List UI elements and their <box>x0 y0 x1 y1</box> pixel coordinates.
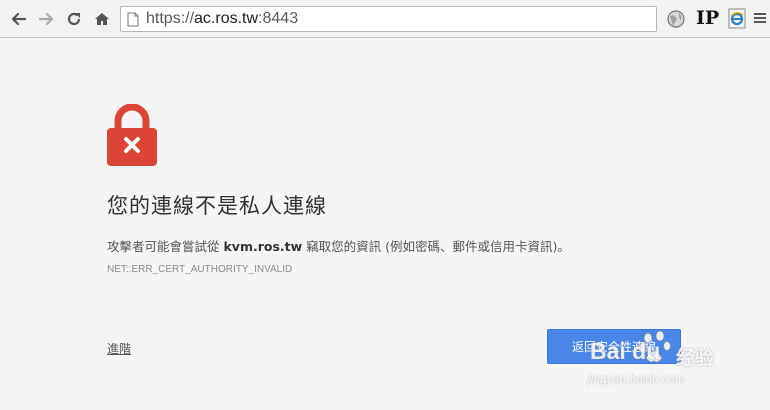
back-button[interactable] <box>9 9 29 29</box>
reload-button[interactable] <box>64 9 84 29</box>
home-icon <box>95 13 109 25</box>
reload-icon <box>67 12 81 26</box>
warning-prefix: 攻擊者可能會嘗試從 <box>107 239 224 254</box>
warning-suffix: 竊取您的資訊 (例如密碼、郵件或信用卡資訊)。 <box>302 239 570 254</box>
warning-host: kvm.ros.tw <box>223 239 303 254</box>
interstitial-page: 您的連線不是私人連線 攻擊者可能會嘗試從 kvm.ros.tw 竊取您的資訊 (… <box>0 38 770 410</box>
menu-icon[interactable] <box>753 11 767 25</box>
globe-icon[interactable] <box>666 9 686 29</box>
forward-button[interactable] <box>36 9 56 29</box>
error-code: NET::ERR_CERT_AUTHORITY_INVALID <box>107 264 293 275</box>
lock-error-icon <box>107 104 157 166</box>
url-scheme: https:// <box>146 10 195 27</box>
home-button[interactable] <box>92 9 112 29</box>
back-to-safety-button[interactable]: 返回安全性連線 <box>547 329 681 364</box>
browser-toolbar: https://ac.ros.tw:8443 IP <box>0 0 770 38</box>
address-bar[interactable]: https://ac.ros.tw:8443 <box>120 6 657 32</box>
forward-arrow-icon <box>38 12 54 26</box>
ip-extension-button[interactable]: IP <box>696 7 719 29</box>
watermark-sub: 经验 <box>676 347 715 369</box>
browser-window: https://ac.ros.tw:8443 IP 您的連線不是私人連線 攻擊者… <box>0 0 770 410</box>
warning-message: 攻擊者可能會嘗試從 kvm.ros.tw 竊取您的資訊 (例如密碼、郵件或信用卡… <box>107 236 570 255</box>
url-host: ac.ros.tw <box>194 10 259 27</box>
ie-icon[interactable] <box>728 8 746 29</box>
watermark-url: jingyan.baidu.com <box>588 372 685 386</box>
back-arrow-icon <box>11 12 27 26</box>
advanced-link[interactable]: 進階 <box>107 340 131 357</box>
page-icon <box>127 11 141 27</box>
page-title: 您的連線不是私人連線 <box>107 194 327 218</box>
url-port: :8443 <box>258 10 299 27</box>
